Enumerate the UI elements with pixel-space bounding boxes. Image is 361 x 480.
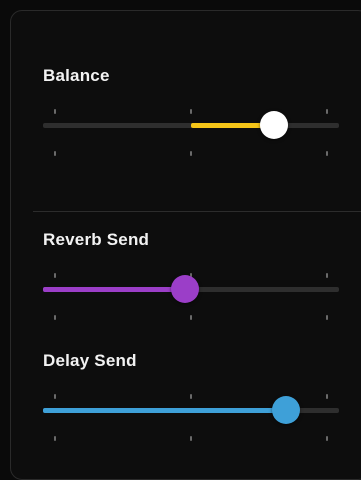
reverb-send-slider-thumb[interactable] bbox=[171, 275, 200, 303]
slider-tick bbox=[326, 109, 329, 114]
balance-slider-thumb[interactable] bbox=[259, 111, 288, 139]
balance-slider[interactable] bbox=[43, 101, 339, 161]
section-divider bbox=[33, 211, 361, 212]
reverb-send-slider[interactable] bbox=[43, 265, 339, 325]
delay-send-slider[interactable] bbox=[43, 386, 339, 446]
balance-label: Balance bbox=[43, 66, 110, 85]
slider-tick bbox=[53, 436, 56, 441]
slider-tick bbox=[326, 315, 329, 320]
slider-tick bbox=[190, 436, 192, 441]
reverb-send-slider-fill bbox=[43, 287, 186, 292]
delay-send-slider-thumb[interactable] bbox=[271, 396, 300, 424]
delay-send-label: Delay Send bbox=[43, 351, 137, 370]
reverb-send-label: Reverb Send bbox=[43, 230, 150, 249]
slider-tick bbox=[53, 273, 56, 278]
slider-tick bbox=[190, 109, 192, 114]
slider-tick bbox=[53, 151, 56, 156]
audio-settings-panel: Balance Reverb Send Delay Send bbox=[10, 10, 361, 480]
delay-send-slider-fill bbox=[43, 408, 286, 413]
slider-tick bbox=[53, 394, 56, 399]
slider-tick bbox=[53, 109, 56, 114]
slider-tick bbox=[190, 151, 192, 156]
slider-tick bbox=[326, 151, 329, 156]
slider-tick bbox=[326, 394, 329, 399]
slider-tick bbox=[53, 315, 56, 320]
slider-tick bbox=[326, 273, 329, 278]
slider-tick bbox=[190, 315, 192, 320]
slider-tick bbox=[326, 436, 329, 441]
slider-tick bbox=[190, 394, 192, 399]
